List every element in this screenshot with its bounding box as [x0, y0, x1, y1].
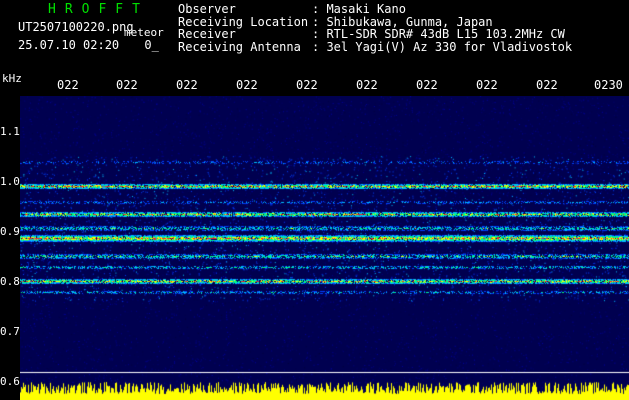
time-tick: 022 — [416, 78, 438, 92]
receiver-label: Receiver — [178, 27, 236, 41]
y-tick-1-1: 1.1 — [0, 125, 20, 138]
y-tick-0-8: 0.8 — [0, 275, 20, 288]
field-values: : Masaki Kano : Shibukawa, Gunma, Japan … — [312, 3, 572, 53]
time-tick: 022 — [476, 78, 498, 92]
antenna-label: Receiving Antenna — [178, 39, 301, 54]
header: HROFFT UT2507100220.png meteor 25.07.10 … — [0, 0, 629, 70]
receiver-value: : RTL-SDR SDR# 43dB L15 103.2MHz CW — [312, 27, 565, 41]
y-tick-0-7: 0.7 — [0, 325, 20, 338]
time-axis: 022 022 022 022 022 022 022 022 022 0230 — [0, 78, 629, 94]
meteor-count: 0_ — [144, 38, 159, 52]
time-tick: 022 — [296, 78, 318, 92]
time-tick: 022 — [236, 78, 258, 92]
time-tick: 022 — [536, 78, 558, 92]
observer-label: Observer — [178, 2, 236, 16]
time-tick: 022 — [356, 78, 378, 92]
field-labels: Observer Receiving Location Receiver Rec… — [178, 3, 308, 53]
date-time-value: 25.07.10 02:20 — [18, 38, 120, 52]
observer-value: : Masaki Kano — [312, 2, 406, 16]
time-tick: 022 — [176, 78, 198, 92]
time-tick: 022 — [57, 78, 79, 92]
y-tick-0-6: 0.6 — [0, 375, 20, 388]
spectrogram — [20, 96, 629, 400]
y-tick-1-0: 1.0 — [0, 175, 20, 188]
app-brand: HROFFT — [48, 2, 149, 17]
date-time: 25.07.10 02:20 0_ — [18, 38, 159, 52]
time-tick: 022 — [116, 78, 138, 92]
file-name: UT2507100220.png — [18, 20, 134, 34]
antenna-value: : 3el Yagi(V) Az 330 for Vladivostok — [312, 39, 573, 54]
y-tick-0-9: 0.9 — [0, 225, 20, 238]
time-tick: 0230 — [594, 78, 623, 92]
